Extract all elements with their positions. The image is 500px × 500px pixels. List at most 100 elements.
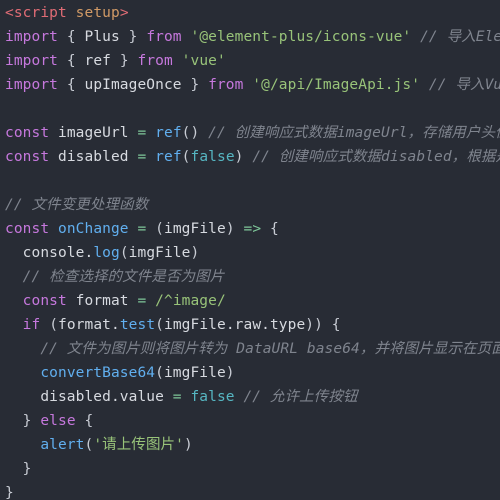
code-token: } bbox=[5, 485, 14, 500]
code-token: > bbox=[119, 5, 129, 21]
code-token: 'vue' bbox=[181, 53, 226, 69]
code-token: ref bbox=[84, 53, 111, 69]
code-token: { bbox=[261, 221, 279, 237]
code-token: console. bbox=[5, 245, 94, 261]
code-line[interactable]: convertBase64(imgFile) bbox=[5, 361, 500, 385]
code-token: } bbox=[181, 77, 209, 93]
code-line[interactable]: const format = /^image/ bbox=[5, 289, 500, 313]
code-line[interactable]: import { upImageOnce } from '@/api/Image… bbox=[5, 73, 500, 97]
code-line[interactable]: const imageUrl = ref() // 创建响应式数据imageUr… bbox=[5, 121, 500, 145]
code-token: )) { bbox=[305, 317, 341, 333]
code-token: // 创建响应式数据imageUrl，存储用户头像URL bbox=[208, 125, 500, 141]
code-token: const bbox=[22, 293, 67, 309]
code-token: ( bbox=[155, 365, 164, 381]
code-line[interactable]: import { Plus } from '@element-plus/icon… bbox=[5, 25, 500, 49]
code-token: Plus bbox=[84, 29, 120, 45]
code-token: } bbox=[5, 461, 32, 477]
code-token: from bbox=[208, 77, 244, 93]
code-token: ( bbox=[119, 245, 129, 261]
code-token: () bbox=[181, 125, 200, 141]
code-token: imageUrl bbox=[49, 125, 138, 141]
code-token: ) bbox=[184, 437, 193, 453]
code-token: { bbox=[57, 77, 85, 93]
code-token: ( bbox=[181, 149, 191, 165]
code-line[interactable]: } bbox=[5, 457, 500, 481]
code-token: setup bbox=[75, 5, 120, 21]
code-token: } bbox=[119, 29, 147, 45]
code-line[interactable]: disabled.value = false // 允许上传按钮 bbox=[5, 385, 500, 409]
code-token: import bbox=[5, 29, 58, 45]
code-token: // 创建响应式数据disabled，根据是否有头 bbox=[252, 149, 500, 165]
code-line[interactable]: <script setup> bbox=[5, 1, 500, 25]
code-token: } bbox=[110, 53, 138, 69]
code-line[interactable] bbox=[5, 169, 500, 193]
code-token: ) bbox=[190, 245, 200, 261]
code-token: '@element-plus/icons-vue' bbox=[190, 29, 412, 45]
code-line[interactable]: } else { bbox=[5, 409, 500, 433]
code-token: { bbox=[75, 413, 94, 429]
code-token: '请上传图片' bbox=[93, 437, 184, 453]
code-line[interactable] bbox=[5, 97, 500, 121]
code-editor[interactable]: <script setup> import { Plus } from '@ele… bbox=[0, 0, 500, 500]
code-token: { bbox=[57, 53, 85, 69]
code-token: const bbox=[5, 221, 50, 237]
code-token: import bbox=[5, 77, 58, 93]
code-line[interactable]: // 文件变更处理函数 bbox=[5, 193, 500, 217]
code-token: ref bbox=[155, 149, 182, 165]
code-line[interactable]: const disabled = ref(false) // 创建响应式数据di… bbox=[5, 145, 500, 169]
code-line[interactable]: } bbox=[5, 481, 500, 500]
code-line[interactable]: const onChange = (imgFile) => { bbox=[5, 217, 500, 241]
code-token: // 允许上传按钮 bbox=[243, 389, 358, 405]
code-lines-container[interactable]: <script setup> import { Plus } from '@ele… bbox=[0, 0, 500, 500]
code-token: ( bbox=[155, 221, 165, 237]
code-token: false bbox=[190, 149, 235, 165]
code-token: } bbox=[5, 413, 41, 429]
code-token: ( bbox=[49, 317, 59, 333]
code-line[interactable]: // 检查选择的文件是否为图片 bbox=[5, 265, 500, 289]
code-token: '@/api/ImageApi.js' bbox=[252, 77, 421, 93]
code-token: imgFile bbox=[128, 245, 191, 261]
code-line[interactable]: alert('请上传图片') bbox=[5, 433, 500, 457]
code-token: = bbox=[137, 125, 147, 141]
code-token: log bbox=[93, 245, 120, 261]
code-token: disabled.value bbox=[5, 389, 173, 405]
code-token: imgFile bbox=[163, 365, 226, 381]
code-token: <script bbox=[5, 5, 67, 21]
code-token: { bbox=[57, 29, 85, 45]
code-token: => bbox=[243, 221, 262, 237]
code-line[interactable]: // 文件为图片则将图片转为 DataURL base64，并将图片显示在页面上 bbox=[5, 337, 500, 361]
code-token: ref bbox=[155, 125, 182, 141]
code-token: else bbox=[40, 413, 76, 429]
code-token: // 检查选择的文件是否为图片 bbox=[5, 269, 225, 285]
code-token: ( bbox=[84, 437, 94, 453]
code-line[interactable]: if (format.test(imgFile.raw.type)) { bbox=[5, 313, 500, 337]
code-token: = bbox=[137, 293, 147, 309]
code-token: test bbox=[119, 317, 156, 333]
code-token: from bbox=[137, 53, 173, 69]
code-line[interactable]: console.log(imgFile) bbox=[5, 241, 500, 265]
code-token: import bbox=[5, 53, 58, 69]
code-token: ( bbox=[155, 317, 165, 333]
code-token: format. bbox=[58, 317, 120, 333]
code-token: if bbox=[22, 317, 41, 333]
code-token: imgFile.raw.type bbox=[164, 317, 306, 333]
code-line[interactable]: import { ref } from 'vue' bbox=[5, 49, 500, 73]
code-token: // 文件为图片则将图片转为 DataURL base64，并将图片显示在页面上 bbox=[5, 341, 500, 357]
code-token: format bbox=[66, 293, 138, 309]
